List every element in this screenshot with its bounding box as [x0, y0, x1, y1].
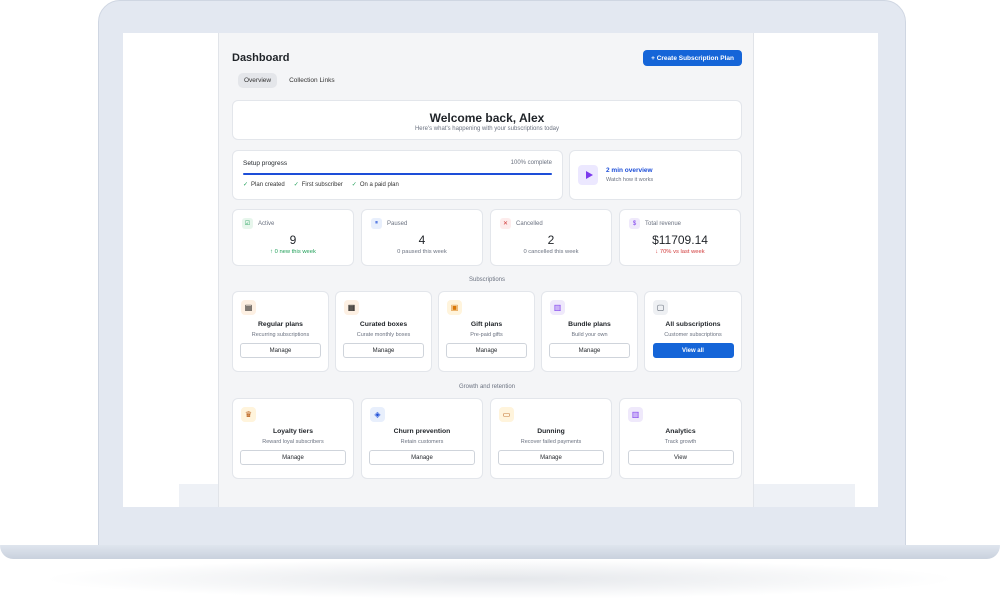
- setup-percent: 100% complete: [510, 160, 552, 166]
- view-button[interactable]: View: [627, 450, 734, 465]
- tabs: Overview Collection Links: [238, 73, 341, 88]
- manage-button[interactable]: Manage: [240, 450, 346, 465]
- check-icon: ✓: [351, 182, 357, 188]
- manage-button[interactable]: Manage: [369, 450, 475, 465]
- create-subscription-plan-button[interactable]: + Create Subscription Plan: [643, 50, 742, 66]
- tile-regular-plans: ▤ Regular plans Recurring subscriptions …: [232, 291, 329, 372]
- box-icon: ▤: [241, 300, 256, 315]
- stat-card-active: ☑ Active 9 ↑ 0 new this week: [232, 209, 354, 266]
- trophy-icon: ♛: [241, 407, 256, 422]
- gift-icon: ▣: [447, 300, 462, 315]
- clipboard-icon: ▢: [653, 300, 668, 315]
- manage-button[interactable]: Manage: [343, 343, 424, 358]
- manage-button[interactable]: Manage: [446, 343, 527, 358]
- section-label-subscriptions: Subscriptions: [468, 277, 506, 283]
- page-title: Dashboard: [232, 52, 290, 64]
- stat-card-paused: ⏸ Paused 4 0 paused this week: [361, 209, 483, 266]
- welcome-subtitle: Here's what's happening with your subscr…: [414, 126, 560, 132]
- setup-progress-fill: [243, 173, 552, 175]
- stat-card-total-revenue: $ Total revenue $11709.14 ↓ 70% vs last w…: [619, 209, 741, 266]
- overview-video-subtitle: Watch how it works: [606, 177, 654, 183]
- tile-all-subscriptions: ▢ All subscriptions Customer subscriptio…: [644, 291, 742, 372]
- overview-video-title[interactable]: 2 min overview: [606, 167, 653, 174]
- setup-title: Setup progress: [243, 160, 288, 167]
- tab-collection-links[interactable]: Collection Links: [283, 73, 341, 88]
- tile-gift-plans: ▣ Gift plans Pre-paid gifts Manage: [438, 291, 535, 372]
- laptop-shadow: [40, 559, 960, 599]
- welcome-card: Welcome back, Alex Here's what's happeni…: [232, 100, 742, 140]
- stat-sub: ↓ 70% vs last week: [655, 249, 705, 255]
- stat-value: 2: [547, 233, 555, 247]
- tile-analytics: ▥ Analytics Track growth View: [619, 398, 742, 479]
- tile-dunning: ▭ Dunning Recover failed payments Manage: [490, 398, 612, 479]
- x-icon: ✕: [500, 218, 511, 229]
- section-label-growth: Growth and retention: [458, 384, 516, 390]
- welcome-title: Welcome back, Alex: [429, 111, 545, 125]
- tile-churn-prevention: ◈ Churn prevention Retain customers Mana…: [361, 398, 483, 479]
- setup-step: ✓ First subscriber: [293, 181, 343, 189]
- setup-step: ✓ On a paid plan: [351, 181, 399, 189]
- page-header: Dashboard + Create Subscription Plan: [232, 49, 742, 67]
- check-icon: ☑: [242, 218, 253, 229]
- dollar-icon: $: [629, 218, 640, 229]
- crate-icon: ▦: [344, 300, 359, 315]
- check-icon: ✓: [293, 182, 299, 188]
- stat-value: $11709.14: [652, 233, 708, 247]
- tile-curated-boxes: ▦ Curated boxes Curate monthly boxes Man…: [335, 291, 432, 372]
- overview-video-card[interactable]: 2 min overview Watch how it works: [569, 150, 742, 200]
- manage-button[interactable]: Manage: [498, 450, 604, 465]
- app-main: Dashboard + Create Subscription Plan Ove…: [218, 33, 754, 507]
- stat-value: 4: [418, 233, 426, 247]
- stat-sub: ↑ 0 new this week: [270, 249, 316, 255]
- view-all-button[interactable]: View all: [652, 343, 734, 358]
- setup-progress-card: Setup progress 100% complete ✓ Plan creat…: [232, 150, 563, 200]
- check-icon: ✓: [243, 182, 249, 188]
- manage-button[interactable]: Manage: [549, 343, 630, 358]
- card-icon: ▭: [499, 407, 514, 422]
- stat-card-cancelled: ✕ Cancelled 2 0 cancelled this week: [490, 209, 612, 266]
- laptop-screen: Dashboard + Create Subscription Plan Ove…: [123, 33, 878, 507]
- tile-bundle-plans: ▥ Bundle plans Build your own Manage: [541, 291, 638, 372]
- stat-sub: 0 paused this week: [397, 249, 447, 255]
- chart-icon: ▥: [628, 407, 643, 422]
- tile-loyalty-tiers: ♛ Loyalty tiers Reward loyal subscribers…: [232, 398, 354, 479]
- screen-right-area: [754, 33, 855, 488]
- tab-overview[interactable]: Overview: [238, 73, 278, 88]
- manage-button[interactable]: Manage: [240, 343, 321, 358]
- bundle-icon: ▥: [550, 300, 565, 315]
- setup-progress-bar: [243, 173, 552, 175]
- pause-icon: ⏸: [371, 218, 382, 229]
- stat-value: 9: [289, 233, 297, 247]
- laptop-base: [0, 545, 1000, 559]
- shield-icon: ◈: [370, 407, 385, 422]
- setup-step: ✓ Plan created: [243, 181, 285, 189]
- stat-sub: 0 cancelled this week: [523, 249, 579, 255]
- play-icon[interactable]: [578, 165, 598, 185]
